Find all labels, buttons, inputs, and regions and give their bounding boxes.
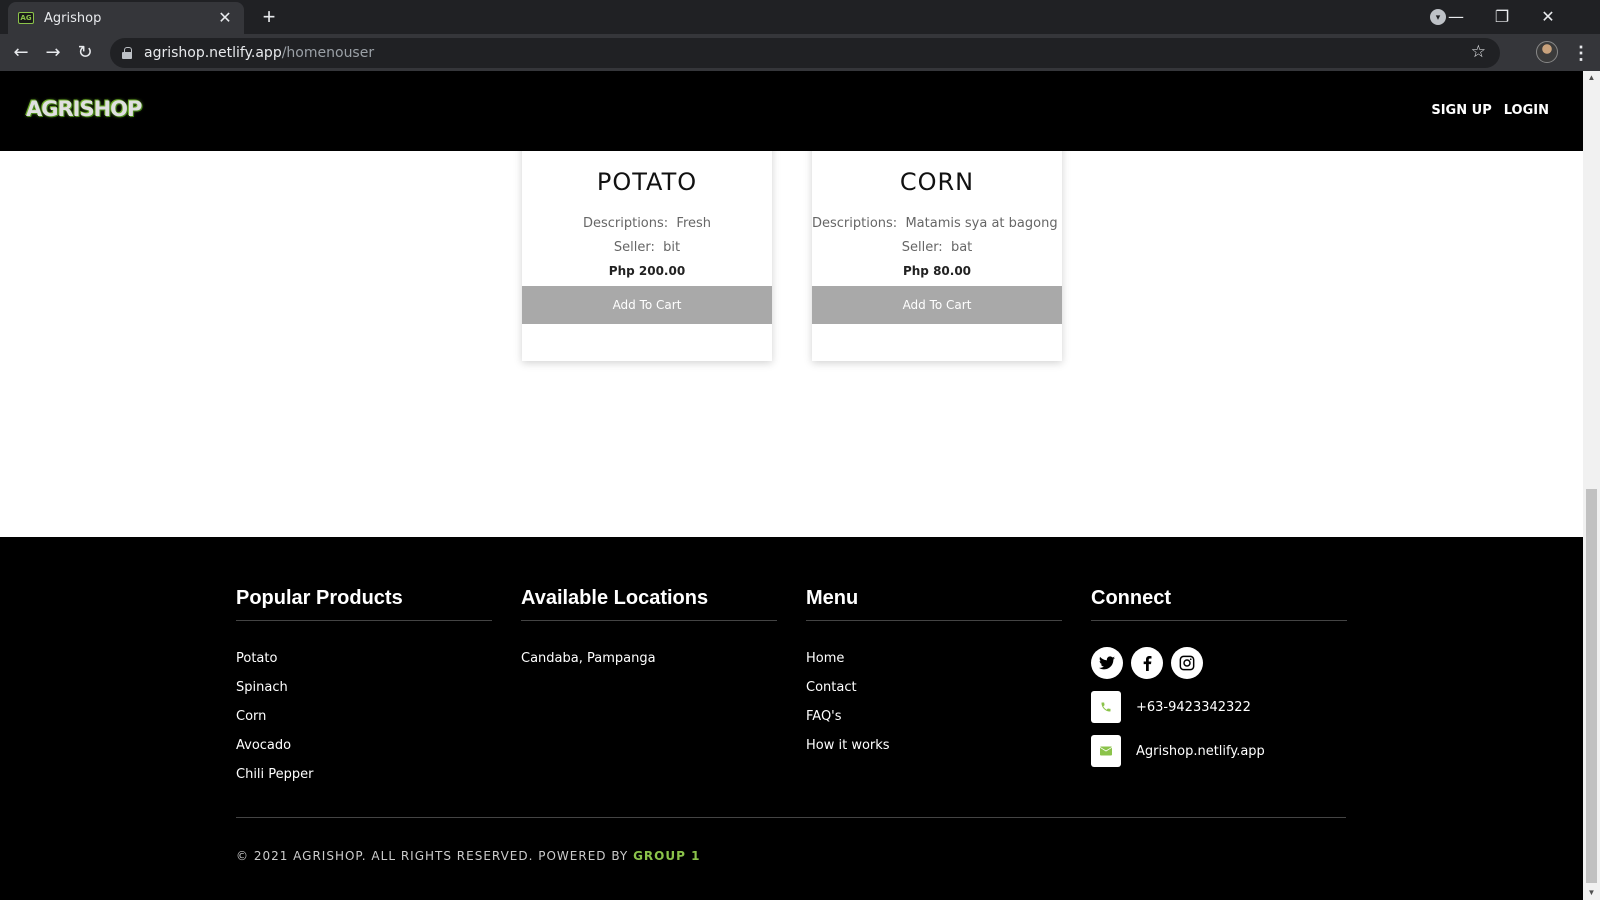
instagram-icon[interactable] (1171, 647, 1203, 679)
facebook-icon[interactable] (1131, 647, 1163, 679)
footer-link-potato[interactable]: Potato (236, 651, 492, 680)
product-seller: Seller: bit (522, 240, 772, 255)
scroll-down-arrow-icon[interactable]: ▼ (1583, 886, 1600, 900)
menu-list: Home Contact FAQ's How it works (806, 651, 1062, 767)
email-row: Agrishop.netlify.app (1091, 735, 1347, 767)
footer-link-faqs[interactable]: FAQ's (806, 709, 1062, 738)
footer-link-contact[interactable]: Contact (806, 680, 1062, 709)
seller-value: bat (950, 240, 973, 255)
tab-close-icon[interactable]: ✕ (216, 8, 234, 28)
chrome-menu-icon[interactable]: ⋮ (1572, 40, 1590, 66)
email-address[interactable]: Agrishop.netlify.app (1136, 744, 1265, 759)
menu-heading: Menu (806, 587, 1062, 621)
phone-row: +63-9423342322 (1091, 691, 1347, 723)
restore-button[interactable]: ❐ (1482, 4, 1522, 30)
address-bar[interactable]: agrishop.netlify.app/homenouser ☆ (110, 38, 1500, 68)
product-description: Descriptions: Matamis sya at bagong ani (812, 216, 1062, 231)
description-label: Descriptions: (582, 216, 669, 231)
seller-value: bit (663, 240, 681, 255)
browser-tab[interactable]: AG Agrishop ✕ (8, 2, 244, 34)
product-name: POTATO (596, 168, 698, 196)
site-footer: Popular Products Potato Spinach Corn Avo… (0, 537, 1583, 900)
social-links (1091, 647, 1347, 679)
envelope-icon (1091, 735, 1121, 767)
copyright-group: GROUP 1 (633, 849, 701, 863)
product-price: Php 80.00 (902, 264, 972, 278)
site-header: AGRISHOP SIGN UP LOGIN (0, 71, 1583, 151)
close-window-button[interactable]: ✕ (1528, 4, 1568, 30)
profile-avatar[interactable] (1536, 41, 1558, 63)
phone-number: +63-9423342322 (1136, 699, 1251, 715)
seller-label: Seller: (613, 240, 655, 255)
phone-icon (1091, 691, 1121, 723)
reload-icon[interactable]: ↻ (72, 40, 98, 66)
forward-arrow-icon[interactable]: → (40, 40, 66, 66)
locations-column: Available Locations Candaba, Pampanga (521, 587, 777, 680)
description-value: Fresh (676, 216, 712, 231)
header-nav: SIGN UP LOGIN (1431, 103, 1549, 118)
site-favicon-icon: AG (18, 12, 34, 24)
bookmark-star-icon[interactable]: ☆ (1471, 42, 1486, 62)
add-to-cart-button[interactable]: Add To Cart (522, 286, 772, 324)
lock-icon[interactable] (122, 47, 132, 59)
copyright-prefix: © 2021 AGRISHOP. ALL RIGHTS RESERVED. PO… (236, 849, 629, 863)
url-path: /homenouser (281, 45, 375, 61)
login-link[interactable]: LOGIN (1504, 103, 1549, 118)
popular-products-list: Potato Spinach Corn Avocado Chili Pepper (236, 651, 492, 796)
footer-divider (236, 817, 1346, 818)
scroll-up-arrow-icon[interactable]: ▲ (1583, 71, 1600, 85)
sign-up-link[interactable]: SIGN UP (1431, 103, 1491, 118)
product-name: CORN (899, 168, 975, 196)
description-label: Descriptions: (812, 216, 898, 231)
seller-label: Seller: (901, 240, 943, 255)
product-seller: Seller: bat (812, 240, 1062, 255)
footer-link-avocado[interactable]: Avocado (236, 738, 492, 767)
product-price: Php 200.00 (608, 264, 686, 278)
agrishop-logo[interactable]: AGRISHOP (26, 97, 142, 121)
product-description: Descriptions: Fresh (522, 216, 772, 231)
browser-toolbar: ← → ↻ agrishop.netlify.app/homenouser ☆ … (0, 34, 1600, 71)
connect-heading: Connect (1091, 587, 1347, 621)
scrollbar-thumb[interactable] (1586, 489, 1597, 883)
popular-products-column: Popular Products Potato Spinach Corn Avo… (236, 587, 492, 796)
location-item: Candaba, Pampanga (521, 651, 656, 666)
browser-tab-strip: AG Agrishop ✕ + ▾ — ❐ ✕ (0, 0, 1600, 34)
description-value: Matamis sya at bagong ani (905, 216, 1062, 231)
page-scrollbar[interactable]: ▲ ▼ (1583, 71, 1600, 900)
menu-column: Menu Home Contact FAQ's How it works (806, 587, 1062, 767)
connect-column: Connect +63-9423342322 Agrishop.netlify.… (1091, 587, 1347, 767)
popular-products-heading: Popular Products (236, 587, 492, 621)
minimize-button[interactable]: — (1436, 4, 1476, 30)
footer-link-chili-pepper[interactable]: Chili Pepper (236, 767, 492, 796)
add-to-cart-button[interactable]: Add To Cart (812, 286, 1062, 324)
footer-link-how-it-works[interactable]: How it works (806, 738, 1062, 767)
back-arrow-icon[interactable]: ← (8, 40, 34, 66)
copyright-text: © 2021 AGRISHOP. ALL RIGHTS RESERVED. PO… (236, 849, 700, 863)
new-tab-button[interactable]: + (256, 5, 282, 31)
url-host: agrishop.netlify.app (144, 45, 282, 61)
locations-list: Candaba, Pampanga (521, 651, 777, 680)
footer-link-home[interactable]: Home (806, 651, 1062, 680)
footer-link-spinach[interactable]: Spinach (236, 680, 492, 709)
locations-heading: Available Locations (521, 587, 777, 621)
twitter-icon[interactable] (1091, 647, 1123, 679)
page-viewport: POTATO Descriptions: Fresh Seller: bit P… (0, 71, 1583, 900)
footer-link-corn[interactable]: Corn (236, 709, 492, 738)
tab-title: Agrishop (44, 10, 102, 26)
